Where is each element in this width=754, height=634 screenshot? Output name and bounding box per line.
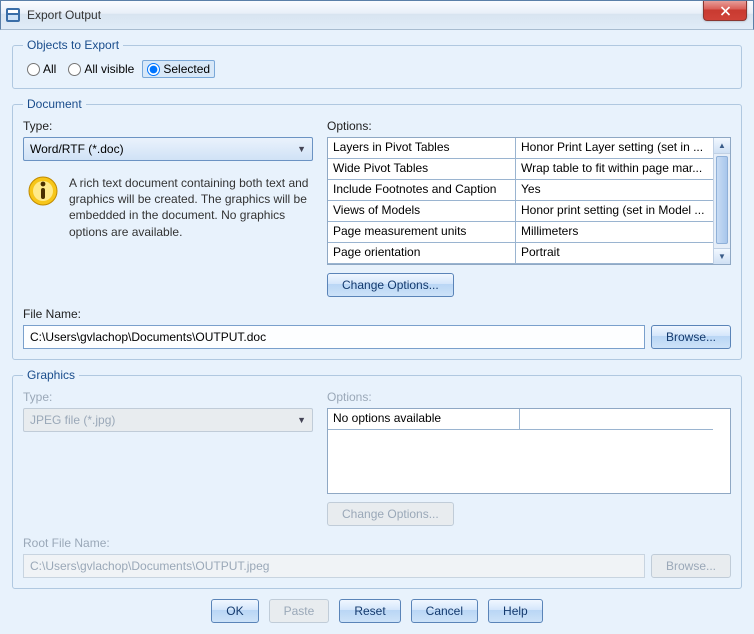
scroll-down-icon[interactable]: ▼ — [714, 248, 730, 264]
doc-filename-input[interactable] — [23, 325, 645, 349]
chevron-down-icon: ▼ — [297, 144, 306, 154]
table-row[interactable]: Wide Pivot TablesWrap table to fit withi… — [328, 159, 713, 180]
paste-button: Paste — [269, 599, 330, 623]
option-value: Wrap table to fit within page mar... — [516, 159, 713, 179]
option-key: Views of Models — [328, 201, 516, 221]
objects-to-export-group: Objects to Export All All visible Select… — [12, 38, 742, 89]
option-value: Millimeters — [516, 222, 713, 242]
document-group: Document Type: Word/RTF (*.doc) ▼ A rich… — [12, 97, 742, 360]
gfx-browse-button: Browse... — [651, 554, 731, 578]
option-value: Honor print setting (set in Model ... — [516, 201, 713, 221]
chevron-down-icon: ▼ — [297, 415, 306, 425]
gfx-no-options: No options available — [328, 409, 520, 429]
doc-filename-label: File Name: — [23, 307, 731, 321]
radio-selected-label: Selected — [163, 62, 210, 76]
document-legend: Document — [23, 97, 86, 111]
ok-button[interactable]: OK — [211, 599, 258, 623]
gfx-rootfile-label: Root File Name: — [23, 536, 731, 550]
close-button[interactable] — [703, 1, 747, 21]
option-key: Page orientation — [328, 243, 516, 263]
table-row[interactable]: Page measurement unitsMillimeters — [328, 222, 713, 243]
option-key: Page measurement units — [328, 222, 516, 242]
doc-type-value: Word/RTF (*.doc) — [30, 142, 124, 156]
reset-button[interactable]: Reset — [339, 599, 400, 623]
doc-options-label: Options: — [327, 119, 731, 133]
gfx-type-select: JPEG file (*.jpg) ▼ — [23, 408, 313, 432]
doc-options-table[interactable]: Layers in Pivot TablesHonor Print Layer … — [327, 137, 731, 265]
doc-browse-button[interactable]: Browse... — [651, 325, 731, 349]
radio-all-visible-input[interactable] — [68, 63, 81, 76]
graphics-group: Graphics Type: JPEG file (*.jpg) ▼ Optio… — [12, 368, 742, 589]
radio-all-visible-label: All visible — [84, 62, 134, 76]
table-row[interactable]: Include Footnotes and CaptionYes — [328, 180, 713, 201]
window-titlebar: Export Output — [0, 0, 754, 30]
dialog-footer: OK Paste Reset Cancel Help — [12, 599, 742, 623]
doc-type-select[interactable]: Word/RTF (*.doc) ▼ — [23, 137, 313, 161]
radio-all[interactable]: All — [23, 61, 60, 77]
gfx-rootfile-input — [23, 554, 645, 578]
help-button[interactable]: Help — [488, 599, 543, 623]
info-icon — [27, 175, 59, 207]
close-icon — [720, 6, 731, 16]
radio-all-visible[interactable]: All visible — [64, 61, 138, 77]
option-key: Layers in Pivot Tables — [328, 138, 516, 158]
graphics-legend: Graphics — [23, 368, 79, 382]
doc-type-label: Type: — [23, 119, 313, 133]
app-icon — [5, 7, 21, 23]
radio-all-label: All — [43, 62, 56, 76]
radio-selected[interactable]: Selected — [142, 60, 215, 78]
option-value: Honor Print Layer setting (set in ... — [516, 138, 713, 158]
option-value: Portrait — [516, 243, 713, 263]
scroll-thumb[interactable] — [716, 156, 728, 244]
table-row[interactable]: Views of ModelsHonor print setting (set … — [328, 201, 713, 222]
scroll-up-icon[interactable]: ▲ — [714, 138, 730, 154]
table-row: No options available — [328, 409, 713, 430]
gfx-options-label: Options: — [327, 390, 731, 404]
objects-legend: Objects to Export — [23, 38, 123, 52]
cancel-button[interactable]: Cancel — [411, 599, 478, 623]
window-title: Export Output — [27, 8, 101, 22]
gfx-type-value: JPEG file (*.jpg) — [30, 413, 115, 427]
option-value: Yes — [516, 180, 713, 200]
scrollbar[interactable]: ▲ ▼ — [713, 138, 730, 264]
radio-selected-input[interactable] — [147, 63, 160, 76]
table-row[interactable]: Layers in Pivot TablesHonor Print Layer … — [328, 138, 713, 159]
gfx-type-label: Type: — [23, 390, 313, 404]
radio-all-input[interactable] — [27, 63, 40, 76]
option-key: Wide Pivot Tables — [328, 159, 516, 179]
option-key: Include Footnotes and Caption — [328, 180, 516, 200]
table-row[interactable]: Page orientationPortrait — [328, 243, 713, 264]
gfx-options-table: No options available — [327, 408, 731, 494]
doc-description: A rich text document containing both tex… — [69, 175, 309, 240]
doc-change-options-button[interactable]: Change Options... — [327, 273, 454, 297]
gfx-change-options-button: Change Options... — [327, 502, 454, 526]
